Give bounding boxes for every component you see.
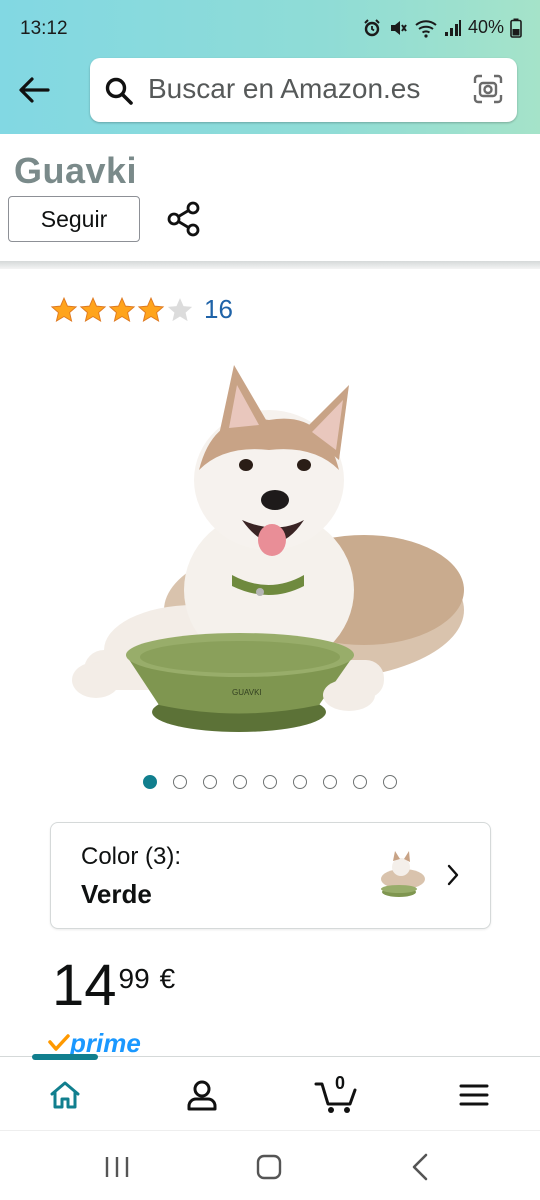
- battery-icon: [510, 18, 522, 38]
- star-empty-icon: [167, 297, 193, 321]
- carousel-dot[interactable]: [263, 775, 277, 789]
- product-rating[interactable]: 16: [50, 294, 233, 325]
- app-screen: 13:12 40% Buscar en Amazon.es Guavki Seg…: [0, 0, 540, 1200]
- carousel-dot[interactable]: [203, 775, 217, 789]
- arrow-left-icon: [19, 77, 50, 103]
- back-button[interactable]: [14, 72, 54, 108]
- price-currency: €: [159, 963, 176, 994]
- search-input[interactable]: Buscar en Amazon.es: [148, 73, 420, 105]
- product-image[interactable]: GUAVKI: [64, 350, 476, 750]
- status-bar: 13:12 40%: [0, 0, 540, 58]
- search-header: Buscar en Amazon.es: [0, 58, 540, 134]
- system-navigation-bar: [0, 1130, 540, 1200]
- product-price: 14 99 €: [52, 954, 175, 1018]
- color-label: Color (3):: [81, 843, 182, 870]
- recents-button[interactable]: [104, 1153, 130, 1181]
- star-full-icon: [79, 296, 107, 322]
- signal-icon: [444, 19, 461, 36]
- rating-stars: [50, 296, 194, 324]
- price-whole: 14: [52, 953, 117, 1018]
- home-icon: [50, 1081, 80, 1109]
- chevron-right-icon: [447, 864, 459, 886]
- color-selector[interactable]: Color (3): Verde: [50, 822, 491, 929]
- header-background: 13:12 40% Buscar en Amazon.es: [0, 0, 540, 134]
- star-full-icon: [108, 296, 136, 322]
- svg-text:GUAVKI: GUAVKI: [232, 688, 262, 697]
- nav-home[interactable]: [43, 1075, 87, 1115]
- cart-count: 0: [334, 1073, 345, 1093]
- user-icon: [187, 1080, 217, 1111]
- share-icon[interactable]: [166, 200, 202, 238]
- carousel-dot[interactable]: [293, 775, 307, 789]
- search-icon: [105, 77, 133, 105]
- status-time: 13:12: [20, 18, 68, 39]
- brand-name[interactable]: Guavki: [14, 150, 137, 192]
- price-fraction: 99: [118, 963, 150, 994]
- prime-check-icon: [48, 1034, 70, 1051]
- nav-menu[interactable]: [452, 1075, 496, 1115]
- carousel-dot[interactable]: [353, 775, 367, 789]
- carousel-dot[interactable]: [383, 775, 397, 789]
- image-carousel-indicator[interactable]: [143, 775, 397, 789]
- follow-button[interactable]: Seguir: [8, 196, 140, 242]
- carousel-dot[interactable]: [173, 775, 187, 789]
- star-full-icon: [137, 296, 165, 322]
- color-thumbnail: [381, 851, 425, 897]
- back-icon: [412, 1153, 428, 1181]
- menu-icon: [459, 1084, 489, 1106]
- carousel-dot[interactable]: [233, 775, 247, 789]
- battery-level: 40%: [467, 17, 504, 37]
- nav-cart[interactable]: 0: [314, 1073, 358, 1115]
- mute-icon: [390, 20, 407, 35]
- home-button[interactable]: [256, 1153, 282, 1181]
- section-divider: [0, 261, 540, 269]
- alarm-icon: [364, 18, 380, 36]
- home-button-icon: [256, 1154, 282, 1180]
- carousel-dot[interactable]: [143, 775, 157, 789]
- color-value: Verde: [81, 879, 152, 909]
- status-icons: 40%: [362, 17, 522, 38]
- wifi-icon: [415, 19, 437, 38]
- nav-account[interactable]: [180, 1075, 224, 1115]
- active-tab-indicator: [32, 1054, 98, 1060]
- star-full-icon: [50, 296, 78, 322]
- recents-icon: [105, 1157, 129, 1177]
- camera-scan-icon[interactable]: [473, 74, 503, 104]
- carousel-dot[interactable]: [323, 775, 337, 789]
- rating-count[interactable]: 16: [204, 294, 233, 325]
- system-back-button[interactable]: [410, 1153, 430, 1181]
- search-bar[interactable]: Buscar en Amazon.es: [90, 58, 517, 122]
- bottom-navigation: 0: [0, 1056, 540, 1130]
